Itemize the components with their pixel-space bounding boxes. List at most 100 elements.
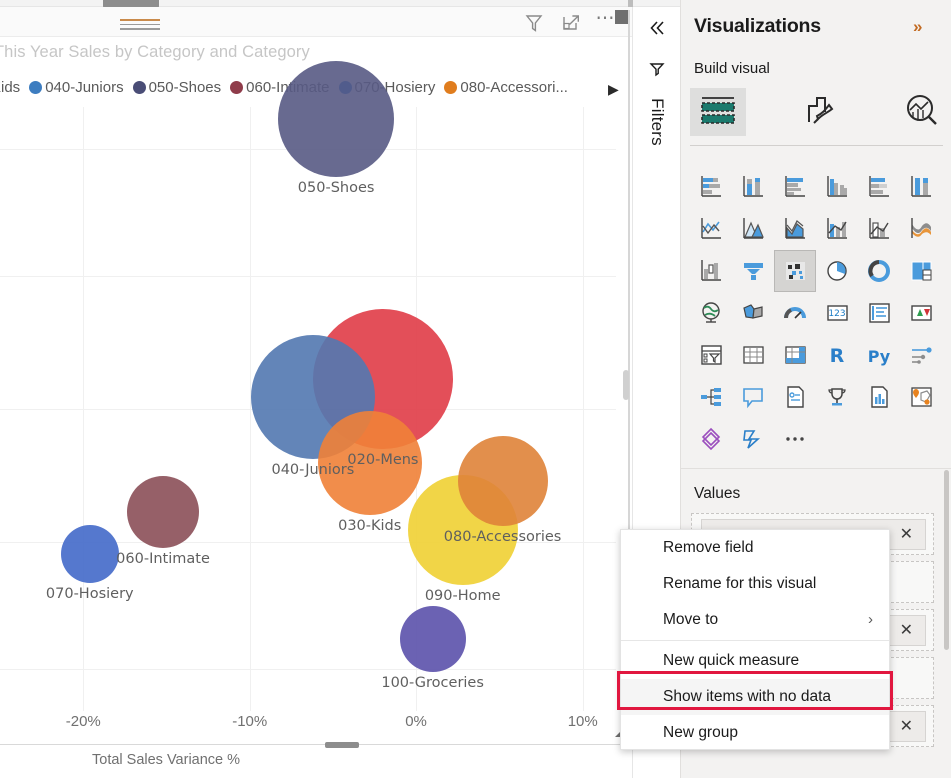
visualizations-pane-scrollbar[interactable]: [944, 470, 949, 650]
data-bubble-label: 100-Groceries: [381, 675, 484, 691]
visual-type-100-stacked-column-chart[interactable]: [900, 166, 942, 208]
visual-type-smart-narrative[interactable]: [732, 376, 774, 418]
x-axis-tick-label: 10%: [568, 713, 598, 730]
tab-divider: [690, 145, 943, 146]
canvas-top-band: [0, 0, 632, 7]
data-bubble[interactable]: [458, 436, 548, 526]
legend-item[interactable]: 080-Accessori...: [444, 79, 568, 96]
focus-mode-icon[interactable]: [560, 12, 582, 34]
visual-type-ribbon-chart[interactable]: [900, 208, 942, 250]
visual-type-stacked-area-chart[interactable]: [774, 208, 816, 250]
visual-type-gauge-chart[interactable]: [774, 292, 816, 334]
visual-type-treemap[interactable]: [900, 250, 942, 292]
gallery-row: [690, 418, 943, 460]
visual-type-area-chart[interactable]: [732, 208, 774, 250]
visual-type-matrix[interactable]: [774, 334, 816, 376]
visual-type-power-automate[interactable]: [732, 418, 774, 460]
context-menu-item-label: Rename for this visual: [663, 575, 816, 592]
filters-rail-top: [633, 0, 681, 7]
x-axis-title: Total Sales Variance %: [92, 752, 240, 768]
filters-pane-label[interactable]: Filters: [647, 86, 667, 158]
context-menu-separator: [621, 640, 889, 641]
visual-type-multi-row-card[interactable]: [858, 292, 900, 334]
visual-type-card[interactable]: 123: [816, 292, 858, 334]
context-menu-item[interactable]: Remove field: [621, 530, 889, 566]
visual-type-python-visual[interactable]: Py: [858, 334, 900, 376]
visual-type-power-apps[interactable]: [858, 376, 900, 418]
context-menu-item[interactable]: Show items with no data: [621, 679, 889, 715]
field-context-menu[interactable]: Remove field Rename for this visual Move t…: [620, 529, 890, 750]
values-well-title: Values: [694, 485, 740, 503]
visual-type-kpi[interactable]: [900, 292, 942, 334]
visual-type-filled-map[interactable]: [732, 292, 774, 334]
data-bubble[interactable]: [278, 61, 394, 177]
legend-item[interactable]: 050-Shoes: [133, 79, 222, 96]
visual-type-clustered-column-chart[interactable]: [816, 166, 858, 208]
visual-type-gallery: 123 R Py: [690, 166, 943, 460]
visual-type-map[interactable]: [690, 292, 732, 334]
visual-type-pie-chart[interactable]: [816, 250, 858, 292]
analytics-tab[interactable]: [893, 88, 949, 136]
legend-next-arrow[interactable]: ▶: [608, 81, 619, 98]
data-bubble-label: 070-Hosiery: [46, 586, 134, 602]
gallery-row: 123: [690, 292, 943, 334]
filter-icon[interactable]: [647, 60, 667, 80]
context-menu-item-label: Show items with no data: [663, 688, 831, 705]
legend-item[interactable]: -Kids: [0, 79, 20, 96]
visual-type-100-stacked-bar-chart[interactable]: [858, 166, 900, 208]
visual-type-stacked-bar-chart[interactable]: [690, 166, 732, 208]
scatter-plot-area[interactable]: 050-Shoes040-Juniors020-Mens030-Kids080-…: [0, 107, 616, 711]
visual-type-metrics[interactable]: [816, 376, 858, 418]
canvas-vertical-scrollbar[interactable]: [623, 370, 629, 400]
scatter-visual-container[interactable]: ⋯ This Year Sales by Category and Catego…: [0, 7, 632, 772]
remove-field-icon[interactable]: ✕: [900, 527, 913, 543]
legend-item[interactable]: 040-Juniors: [29, 79, 123, 96]
visual-type-line-and-clustered-column-chart[interactable]: [858, 208, 900, 250]
remove-field-icon[interactable]: ✕: [900, 623, 913, 639]
data-bubble[interactable]: [127, 476, 199, 548]
visual-type-line-chart[interactable]: [690, 208, 732, 250]
visual-type-more-visuals[interactable]: [774, 418, 816, 460]
filter-icon[interactable]: [523, 12, 545, 34]
chevron-double-left-icon[interactable]: [646, 17, 668, 39]
active-tab-caret: [708, 136, 728, 145]
visual-type-funnel-chart[interactable]: [732, 250, 774, 292]
context-menu-item[interactable]: Move to›: [621, 602, 889, 638]
visual-type-arcgis-maps[interactable]: [900, 376, 942, 418]
format-visual-tab[interactable]: [791, 88, 847, 136]
visual-type-clustered-bar-chart[interactable]: [774, 166, 816, 208]
visual-type-donut-chart[interactable]: [858, 250, 900, 292]
visual-type-scatter-chart[interactable]: [774, 250, 816, 292]
visual-type-decomposition-tree[interactable]: [690, 376, 732, 418]
data-bubble-label: 090-Home: [425, 588, 501, 604]
build-visual-label: Build visual: [694, 60, 770, 77]
visual-type-table[interactable]: [732, 334, 774, 376]
legend-item-label: 080-Accessori...: [460, 79, 568, 96]
visual-type-powerbi-visual-a[interactable]: [690, 418, 732, 460]
report-canvas: ⋯ This Year Sales by Category and Catego…: [0, 0, 632, 778]
visual-type-waterfall-chart[interactable]: [690, 250, 732, 292]
visual-type-stacked-column-chart[interactable]: [732, 166, 774, 208]
visual-menu-handle-icon[interactable]: [120, 19, 160, 27]
svg-text:123: 123: [828, 309, 845, 319]
svg-text:R: R: [830, 345, 845, 367]
data-bubble[interactable]: [61, 525, 119, 583]
visual-resize-handle-top-right[interactable]: [615, 10, 629, 24]
visual-drag-handle-bottom[interactable]: [325, 742, 359, 748]
visual-type-paginated-report[interactable]: [774, 376, 816, 418]
data-bubble[interactable]: [400, 606, 466, 672]
visual-type-r-script-visual[interactable]: R: [816, 334, 858, 376]
visual-type-slicer[interactable]: [690, 334, 732, 376]
visual-type-key-influencers[interactable]: [900, 334, 942, 376]
context-menu-item[interactable]: New group: [621, 715, 889, 751]
context-menu-item[interactable]: New quick measure: [621, 643, 889, 679]
visual-type-line-and-stacked-column-chart[interactable]: [816, 208, 858, 250]
context-menu-item[interactable]: Rename for this visual: [621, 566, 889, 602]
build-visual-tab[interactable]: [690, 88, 746, 136]
remove-field-icon[interactable]: ✕: [900, 719, 913, 735]
magnifier-chart-icon: [901, 92, 941, 133]
context-menu-item-label: New quick measure: [663, 652, 799, 669]
chevron-double-right-icon[interactable]: »: [913, 17, 922, 37]
more-options-icon[interactable]: ⋯: [595, 12, 617, 34]
context-menu-item-label: New group: [663, 724, 738, 741]
